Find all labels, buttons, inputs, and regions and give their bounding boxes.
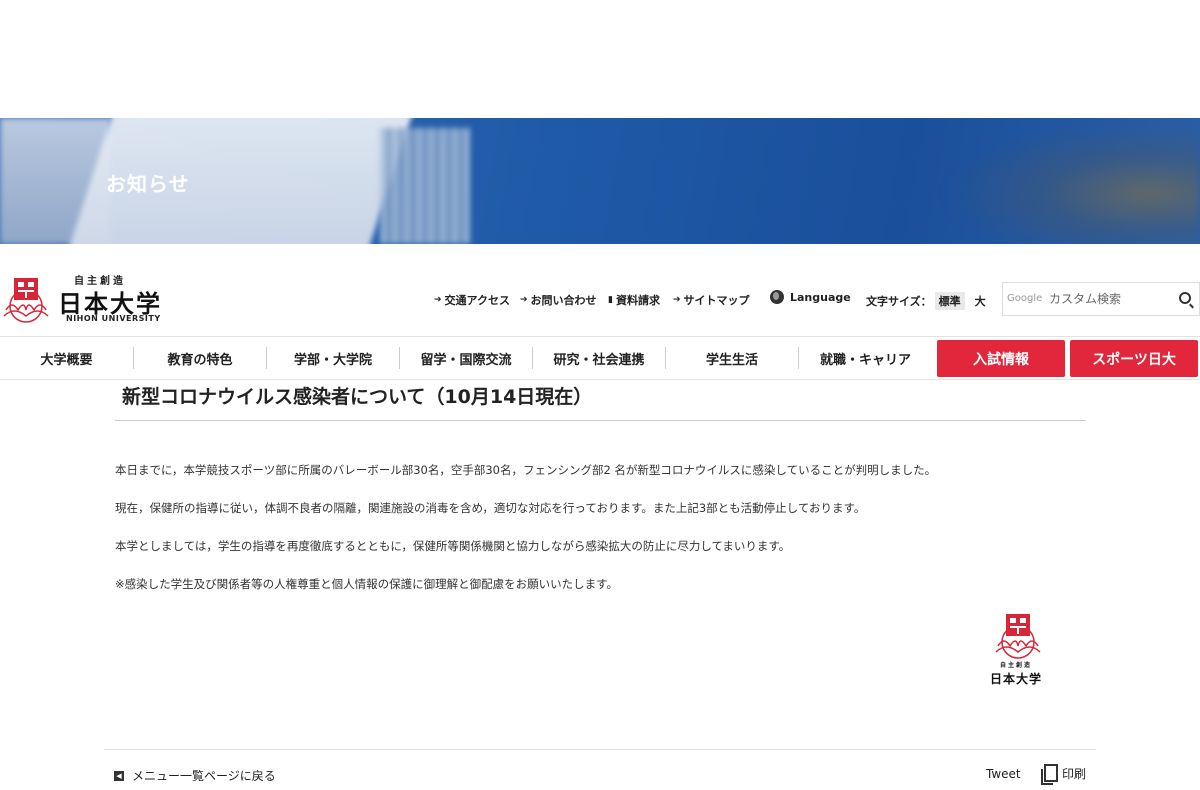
nav-item-research[interactable]: 研究・社会連携 xyxy=(533,347,666,369)
article-paragraph: 現在，保健所の指導に従い，体調不良者の隔離，関連施設の消毒を含め，適切な対応を行… xyxy=(115,501,866,515)
article-paragraph: ※感染した学生及び関係者等の人権尊重と個人情報の保護に御理解と御配慮をお願いいた… xyxy=(115,577,618,591)
nav-item-international[interactable]: 留学・国際交流 xyxy=(400,347,533,369)
request-docs-link[interactable]: ▮ 資料請求 xyxy=(608,292,660,308)
font-size-standard-button[interactable]: 標準 xyxy=(934,292,965,310)
document-icon: ▮ xyxy=(608,295,613,305)
hero-background-tree xyxy=(940,118,1200,244)
nav-item-career[interactable]: 就職・キャリア xyxy=(799,347,932,369)
tweet-button[interactable]: Tweet xyxy=(986,767,1021,781)
hero-background-building xyxy=(380,128,470,244)
font-size-label: 文字サイズ： xyxy=(866,295,932,308)
arrow-right-icon: ➔ xyxy=(434,295,442,305)
back-to-list-link[interactable]: ◀ メニュー一覧ページに戻る xyxy=(114,767,276,784)
seal-motto: 自主創造 xyxy=(1000,662,1033,669)
access-link-label: 交通アクセス xyxy=(444,294,510,307)
nav-item-student-life[interactable]: 学生生活 xyxy=(666,347,799,369)
print-icon xyxy=(1041,764,1058,785)
language-label: Language xyxy=(790,290,851,304)
seal-name: 日本大学 xyxy=(990,672,1043,686)
nav-item-about[interactable]: 大学概要 xyxy=(0,347,134,369)
print-label: 印刷 xyxy=(1062,766,1087,781)
university-seal-signature: 自主創造 日本大学 xyxy=(986,612,1050,686)
print-button[interactable]: 印刷 xyxy=(1041,764,1087,785)
hero-title: お知らせ xyxy=(106,172,190,196)
nav-item-education[interactable]: 教育の特色 xyxy=(134,347,267,369)
university-seal-icon xyxy=(995,614,1041,659)
arrow-left-icon: ◀ xyxy=(114,770,124,781)
nav-item-faculties[interactable]: 学部・大学院 xyxy=(267,347,400,369)
back-to-list-label: メニュー一覧ページに戻る xyxy=(132,769,276,783)
global-nav: 大学概要 教育の特色 学部・大学院 留学・国際交流 研究・社会連携 学生生活 就… xyxy=(0,336,1200,380)
admissions-button[interactable]: 入試情報 xyxy=(937,340,1065,377)
logo-english-name: NIHON UNIVERSITY xyxy=(66,314,161,323)
search-input[interactable] xyxy=(1049,289,1169,309)
article-paragraph: 本学としましては，学生の指導を再度徹底するとともに，保健所等関係機関と協力しなが… xyxy=(115,539,791,553)
sports-button[interactable]: スポーツ日大 xyxy=(1070,340,1198,377)
contact-link[interactable]: ➔ お問い合わせ xyxy=(520,292,597,308)
article-title: 新型コロナウイルス感染者について（10月14日現在） xyxy=(122,386,593,408)
site-logo[interactable]: 自主創造 日本大学 NIHON UNIVERSITY xyxy=(0,272,170,328)
font-size-control: 文字サイズ： 標準 大 xyxy=(866,292,986,310)
search-icon[interactable] xyxy=(1179,292,1191,304)
title-divider xyxy=(115,420,1086,421)
contact-link-label: お問い合わせ xyxy=(530,294,597,307)
arrow-right-icon: ➔ xyxy=(520,295,528,305)
access-link[interactable]: ➔ 交通アクセス xyxy=(434,292,510,308)
sitemap-link-label: サイトマップ xyxy=(683,294,750,307)
google-brand-label: Google xyxy=(1007,293,1043,304)
sitemap-link[interactable]: ➔ サイトマップ xyxy=(673,292,750,308)
language-link[interactable]: Language xyxy=(770,290,851,304)
search-box: Google xyxy=(1002,282,1200,316)
request-docs-label: 資料請求 xyxy=(615,294,660,307)
arrow-right-icon: ➔ xyxy=(673,295,681,305)
font-size-large-button[interactable]: 大 xyxy=(975,293,986,309)
article-paragraph: 本日までに，本学競技スポーツ部に所属のバレーボール部30名，空手部30名，フェン… xyxy=(115,463,937,477)
globe-icon xyxy=(770,290,784,304)
university-seal-icon xyxy=(3,278,49,323)
footer-divider xyxy=(104,749,1096,750)
